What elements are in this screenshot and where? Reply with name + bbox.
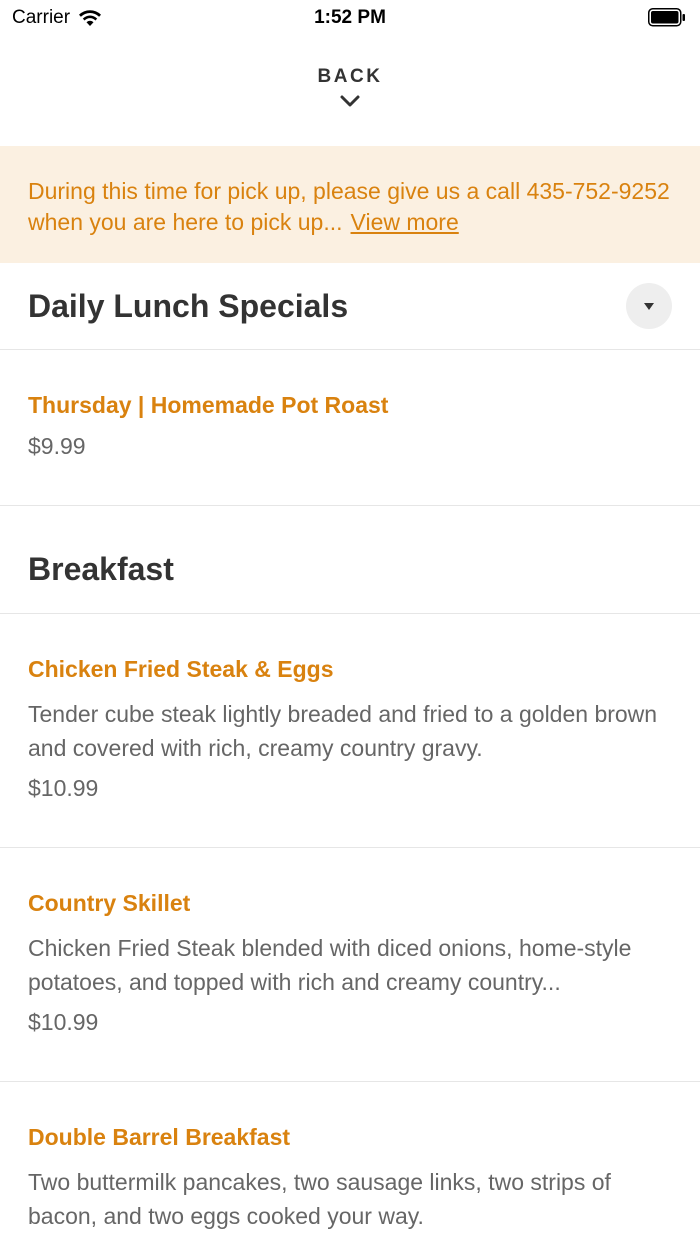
back-label: BACK [317,66,383,87]
notice-text: During this time for pick up, please giv… [28,178,670,235]
item-name: Chicken Fried Steak & Eggs [28,656,334,682]
battery-icon [648,8,685,27]
section-title: Breakfast [28,551,174,587]
triangle-down-icon [644,302,654,310]
item-name: Double Barrel Breakfast [28,1124,291,1150]
item-price: $9.99 [28,433,86,459]
item-description: Two buttermilk pancakes, two sausage lin… [28,1169,611,1229]
item-name: Country Skillet [28,890,191,916]
menu-item[interactable]: Country Skillet Chicken Fried Steak blen… [0,848,700,1082]
section-header-daily-lunch-specials: Daily Lunch Specials [0,263,700,350]
item-price: $10.99 [28,1009,99,1035]
back-button[interactable]: BACK [0,36,700,146]
section-title: Daily Lunch Specials [28,287,349,324]
menu-item[interactable]: Chicken Fried Steak & Eggs Tender cube s… [0,614,700,848]
menu-item[interactable]: Thursday | Homemade Pot Roast $9.99 [0,350,700,506]
section-header-breakfast: Breakfast [0,506,700,614]
item-description: Tender cube steak lightly breaded and fr… [28,701,658,761]
status-bar: Carrier 1:52 PM [0,0,700,36]
chevron-down-icon [340,95,360,107]
item-description: Chicken Fried Steak blended with diced o… [28,935,632,995]
section-collapse-button[interactable] [626,283,672,329]
item-price: $10.99 [28,775,99,801]
view-more-link[interactable]: View more [351,209,459,235]
menu-item[interactable]: Double Barrel Breakfast Two buttermilk p… [0,1082,700,1244]
notice-banner: During this time for pick up, please giv… [0,146,700,263]
item-name: Thursday | Homemade Pot Roast [28,392,389,418]
status-time: 1:52 PM [314,7,386,28]
